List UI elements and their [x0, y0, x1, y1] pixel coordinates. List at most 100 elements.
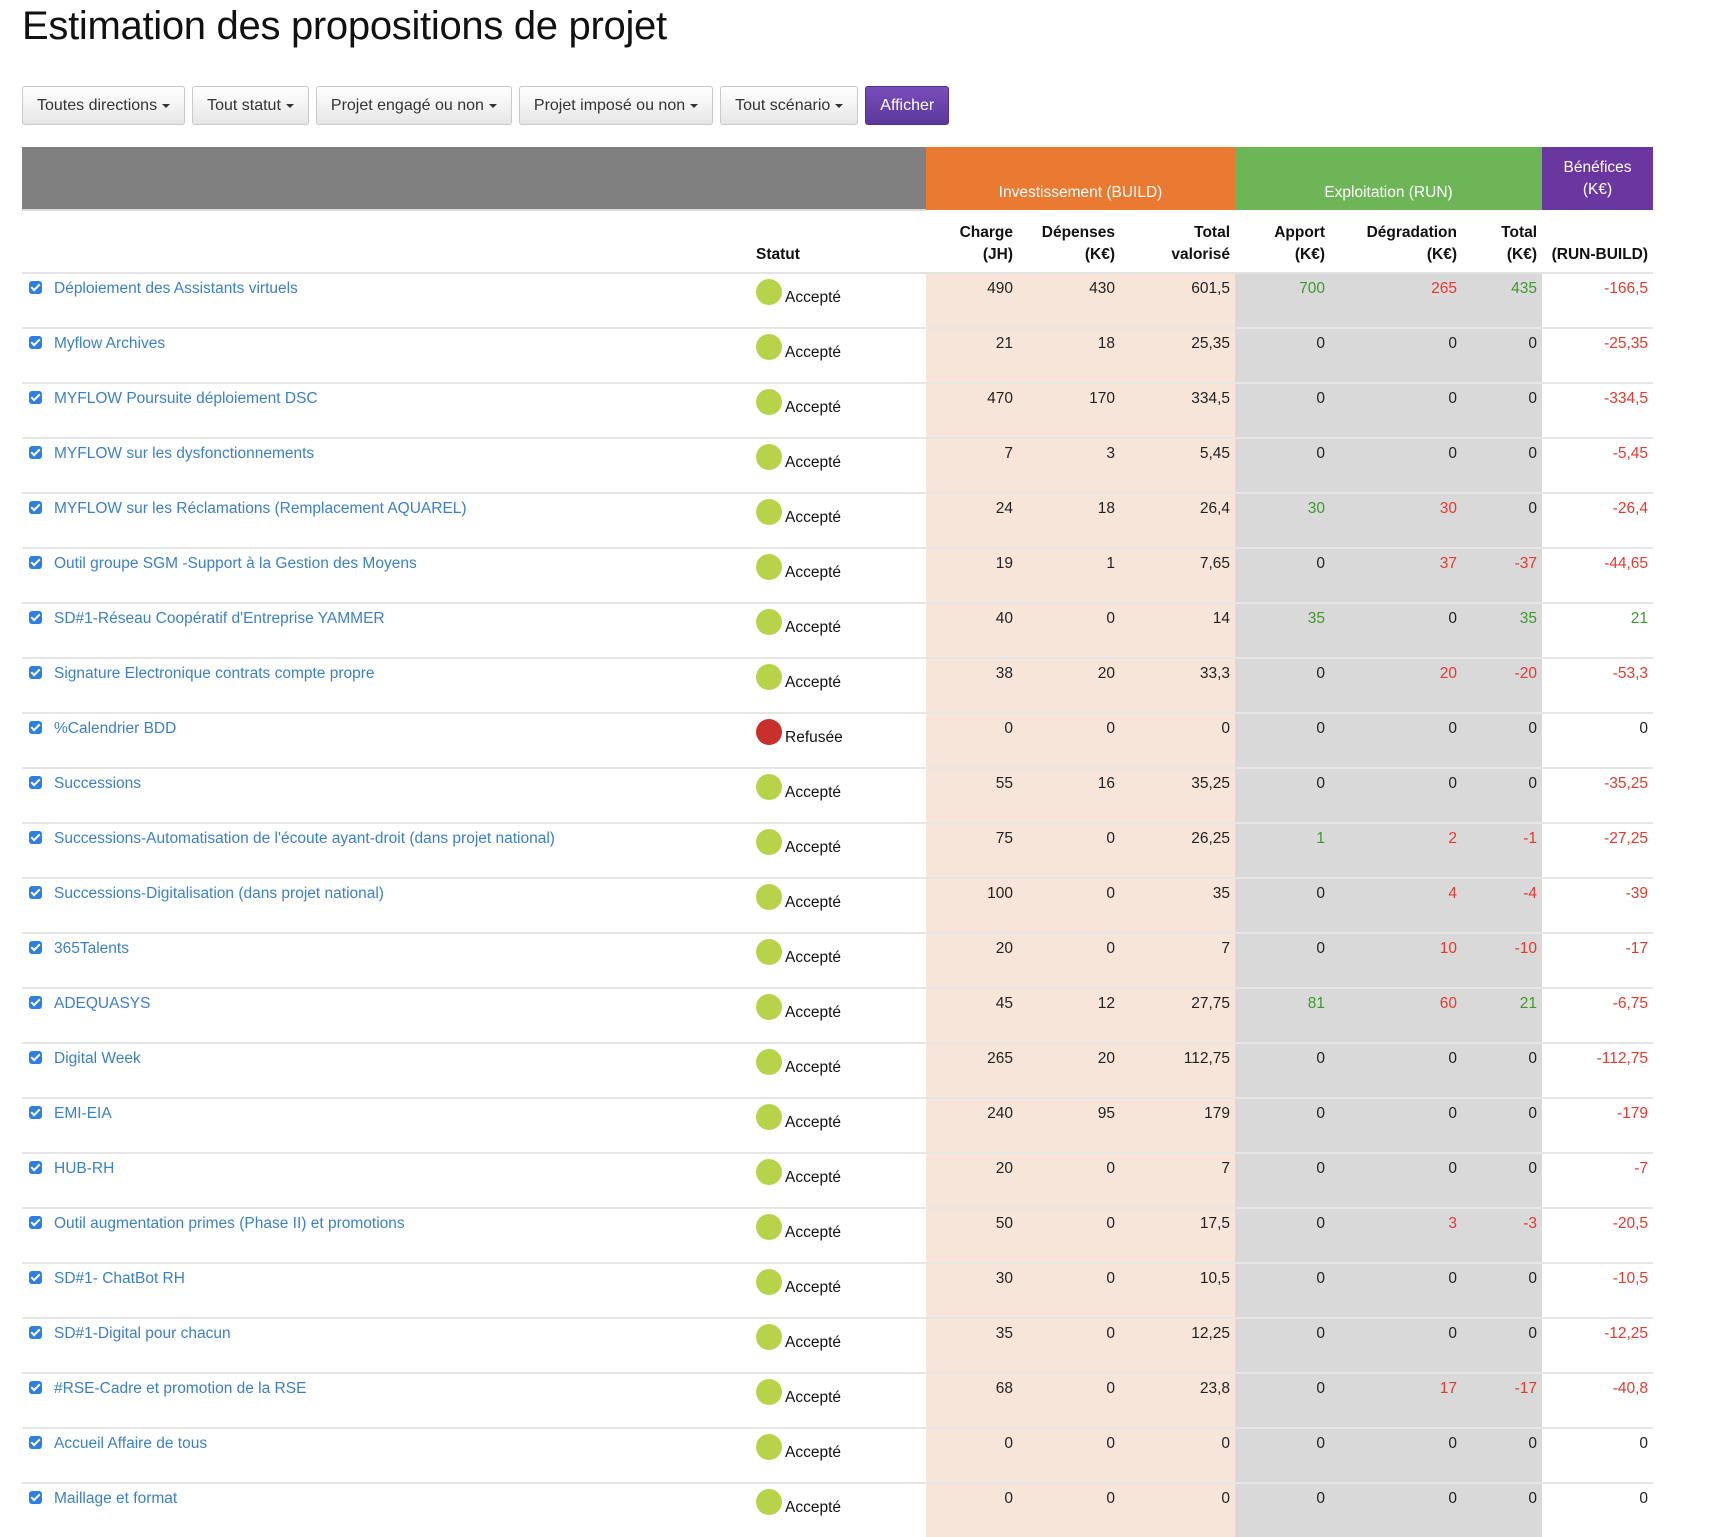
filter-engaged-dropdown[interactable]: Projet engagé ou non [315, 86, 512, 125]
total-valorise-cell: 179 [1120, 1097, 1235, 1153]
checkbox-checked-icon[interactable] [29, 281, 42, 294]
project-link[interactable]: MYFLOW sur les Réclamations (Remplacemen… [54, 500, 467, 517]
checkbox-checked-icon[interactable] [29, 1491, 42, 1504]
total-valorise-cell: 7 [1120, 1152, 1235, 1208]
status-cell: Accepté [751, 657, 926, 713]
total-valorise-cell: 10,5 [1120, 1262, 1235, 1318]
project-link[interactable]: Accueil Affaire de tous [54, 1435, 207, 1452]
project-link[interactable]: 365Talents [54, 940, 129, 957]
checkbox-checked-icon[interactable] [29, 1436, 42, 1449]
project-link[interactable]: ADEQUASYS [54, 995, 150, 1012]
benefices-cell: -10,5 [1542, 1262, 1654, 1318]
filter-directions-dropdown[interactable]: Toutes directions [22, 86, 186, 125]
col-header-benefices[interactable]: (RUN-BUILD) [1542, 210, 1654, 274]
project-name-cell: Successions-Automatisation de l'écoute a… [22, 822, 751, 878]
total-valorise-cell: 26,4 [1120, 492, 1235, 548]
status-label: Accepté [785, 619, 842, 637]
benefices-cell: 0 [1542, 712, 1654, 768]
checkbox-checked-icon[interactable] [29, 831, 42, 844]
project-link[interactable]: Myflow Archives [54, 335, 165, 352]
filter-scenario-dropdown[interactable]: Tout scénario [720, 86, 859, 125]
degradation-cell: 3 [1330, 1207, 1462, 1263]
project-name-cell: MYFLOW Poursuite déploiement DSC [22, 382, 751, 438]
apport-cell: 0 [1235, 932, 1330, 988]
checkbox-checked-icon[interactable] [29, 666, 42, 679]
col-header-line: Apport [1274, 224, 1325, 241]
caret-down-icon [835, 103, 844, 108]
project-link[interactable]: Outil augmentation primes (Phase II) et … [54, 1215, 405, 1232]
project-link[interactable]: Digital Week [54, 1050, 141, 1067]
benefices-cell: -334,5 [1542, 382, 1654, 438]
checkbox-checked-icon[interactable] [29, 1216, 42, 1229]
checkbox-checked-icon[interactable] [29, 1271, 42, 1284]
project-link[interactable]: SD#1-Réseau Coopératif d'Entreprise YAMM… [54, 610, 385, 627]
project-link[interactable]: MYFLOW sur les dysfonctionnements [54, 445, 314, 462]
col-header-apport[interactable]: Apport (K€) [1235, 210, 1330, 274]
degradation-cell: 0 [1330, 1482, 1462, 1537]
checkbox-checked-icon[interactable] [29, 1326, 42, 1339]
col-header-degradation[interactable]: Dégradation (K€) [1330, 210, 1462, 274]
charge-cell: 68 [926, 1372, 1018, 1428]
caret-down-icon [285, 103, 294, 108]
status-cell: Accepté [751, 382, 926, 438]
status-dot-icon [756, 279, 782, 305]
project-link[interactable]: #RSE-Cadre et promotion de la RSE [54, 1380, 306, 1397]
col-header-line: valorisé [1171, 246, 1230, 263]
project-link[interactable]: MYFLOW Poursuite déploiement DSC [54, 390, 318, 407]
checkbox-checked-icon[interactable] [29, 611, 42, 624]
checkbox-checked-icon[interactable] [29, 1381, 42, 1394]
project-link[interactable]: Déploiement des Assistants virtuels [54, 280, 298, 297]
project-link[interactable]: SD#1-Digital pour chacun [54, 1325, 231, 1342]
show-button[interactable]: Afficher [865, 86, 950, 125]
charge-cell: 40 [926, 602, 1018, 658]
checkbox-checked-icon[interactable] [29, 1161, 42, 1174]
checkbox-checked-icon[interactable] [29, 336, 42, 349]
project-link[interactable]: Outil groupe SGM -Support à la Gestion d… [54, 555, 417, 572]
checkbox-checked-icon[interactable] [29, 1106, 42, 1119]
apport-cell: 0 [1235, 547, 1330, 603]
status-dot-icon [756, 334, 782, 360]
checkbox-checked-icon[interactable] [29, 721, 42, 734]
charge-cell: 265 [926, 1042, 1018, 1098]
col-header-status[interactable]: Statut [751, 210, 926, 274]
checkbox-checked-icon[interactable] [29, 1051, 42, 1064]
checkbox-checked-icon[interactable] [29, 996, 42, 1009]
checkbox-checked-icon[interactable] [29, 391, 42, 404]
status-label: Accepté [785, 1334, 842, 1352]
project-name-cell: Signature Electronique contrats compte p… [22, 657, 751, 713]
project-link[interactable]: Successions-Digitalisation (dans projet … [54, 885, 384, 902]
status-cell: Accepté [751, 767, 926, 823]
project-link[interactable]: Successions [54, 775, 141, 792]
col-header-total-run[interactable]: Total (K€) [1462, 210, 1543, 274]
checkbox-checked-icon[interactable] [29, 886, 42, 899]
col-header-line: Dépenses [1041, 224, 1115, 241]
apport-cell: 0 [1235, 1207, 1330, 1263]
col-header-charge[interactable]: Charge (JH) [926, 210, 1018, 274]
project-link[interactable]: Maillage et format [54, 1490, 177, 1507]
total-valorise-cell: 35,25 [1120, 767, 1235, 823]
project-link[interactable]: EMI-EIA [54, 1105, 112, 1122]
checkbox-checked-icon[interactable] [29, 776, 42, 789]
filter-status-dropdown[interactable]: Tout statut [192, 86, 309, 125]
table-row: Maillage et format Accepté 0 0 0 0 0 0 0 [22, 1482, 1654, 1537]
project-link[interactable]: SD#1- ChatBot RH [54, 1270, 185, 1287]
project-name-cell: HUB-RH [22, 1152, 751, 1208]
filter-imposed-dropdown[interactable]: Projet imposé ou non [518, 86, 714, 125]
checkbox-checked-icon[interactable] [29, 446, 42, 459]
charge-cell: 240 [926, 1097, 1018, 1153]
project-link[interactable]: Signature Electronique contrats compte p… [54, 665, 375, 682]
charge-cell: 45 [926, 987, 1018, 1043]
project-link[interactable]: HUB-RH [54, 1160, 114, 1177]
checkbox-checked-icon[interactable] [29, 941, 42, 954]
degradation-cell: 0 [1330, 327, 1462, 383]
col-header-depenses[interactable]: Dépenses (K€) [1018, 210, 1120, 274]
charge-cell: 55 [926, 767, 1018, 823]
total-run-cell: 0 [1462, 1097, 1543, 1153]
col-header-line: Total [1501, 224, 1538, 241]
apport-cell: 0 [1235, 657, 1330, 713]
col-header-total-valorise[interactable]: Total valorisé [1120, 210, 1235, 274]
checkbox-checked-icon[interactable] [29, 501, 42, 514]
project-link[interactable]: %Calendrier BDD [54, 720, 176, 737]
checkbox-checked-icon[interactable] [29, 556, 42, 569]
project-link[interactable]: Successions-Automatisation de l'écoute a… [54, 830, 555, 847]
